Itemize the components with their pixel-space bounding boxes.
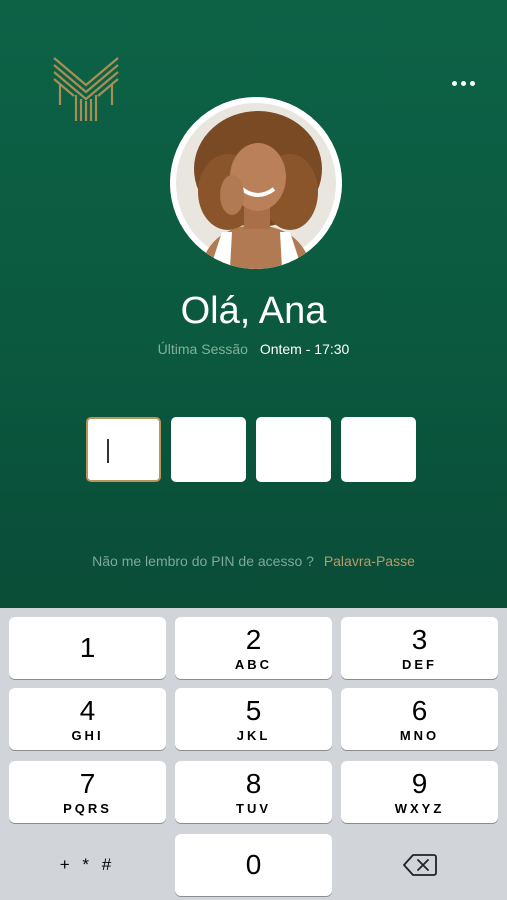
delete-button[interactable] bbox=[341, 834, 498, 896]
key-letters: PQRS bbox=[63, 800, 112, 816]
key-7[interactable]: 7 PQRS bbox=[9, 761, 166, 823]
key-letters: TUV bbox=[236, 800, 271, 816]
dot bbox=[451, 80, 457, 86]
key-1[interactable]: 1 bbox=[9, 617, 166, 679]
pin-digit-1[interactable] bbox=[86, 417, 161, 482]
pin-digit-3[interactable] bbox=[256, 417, 331, 482]
key-letters: JKL bbox=[236, 727, 271, 743]
pin-digit-2[interactable] bbox=[171, 417, 246, 482]
key-letters: WXYZ bbox=[394, 800, 445, 816]
key-4[interactable]: 4 GHI bbox=[9, 688, 166, 750]
key-number: 1 bbox=[79, 632, 96, 663]
dot bbox=[460, 80, 466, 86]
more-options-button[interactable] bbox=[444, 72, 482, 94]
key-8[interactable]: 8 TUV bbox=[175, 761, 332, 823]
key-number: 3 bbox=[411, 623, 428, 655]
avatar bbox=[170, 97, 342, 269]
last-session-label: Última Sessão bbox=[157, 341, 248, 357]
text-caret bbox=[107, 439, 109, 463]
key-number: 7 bbox=[79, 767, 96, 799]
key-0[interactable]: 0 bbox=[175, 834, 332, 896]
key-number: 9 bbox=[411, 767, 428, 799]
dot bbox=[469, 80, 475, 86]
pin-digit-4[interactable] bbox=[341, 417, 416, 482]
key-letters: MNO bbox=[399, 727, 440, 743]
backspace-icon bbox=[402, 854, 437, 876]
bank-logo bbox=[52, 55, 120, 121]
last-session-value: Ontem - 17:30 bbox=[259, 341, 350, 357]
key-number: 2 bbox=[245, 623, 262, 655]
pin-input bbox=[86, 417, 416, 482]
forgot-pin-text: Não me lembro do PIN de acesso ? bbox=[92, 553, 314, 569]
key-number: 5 bbox=[245, 694, 262, 726]
login-screen: Olá, Ana Última Sessão Ontem - 17:30 Não… bbox=[0, 0, 507, 900]
key-number: 0 bbox=[245, 849, 262, 880]
key-5[interactable]: 5 JKL bbox=[175, 688, 332, 750]
key-number: 8 bbox=[245, 767, 262, 799]
key-2[interactable]: 2 ABC bbox=[175, 617, 332, 679]
key-symbols[interactable]: + * # bbox=[9, 834, 166, 896]
key-letters: DEF bbox=[402, 656, 437, 672]
key-number: 4 bbox=[79, 694, 96, 726]
key-letters: ABC bbox=[234, 656, 273, 672]
numeric-keypad: 1 2 ABC 3 DEF 4 GHI 5 JKL 6 MNO 7 PQRS 8 bbox=[0, 608, 507, 900]
forgot-pin: Não me lembro do PIN de acesso ? Palavra… bbox=[0, 553, 507, 569]
last-session: Última Sessão Ontem - 17:30 bbox=[0, 341, 507, 357]
key-3[interactable]: 3 DEF bbox=[341, 617, 498, 679]
key-letters: GHI bbox=[71, 727, 104, 743]
key-number: 6 bbox=[411, 694, 428, 726]
key-6[interactable]: 6 MNO bbox=[341, 688, 498, 750]
password-link[interactable]: Palavra-Passe bbox=[324, 553, 415, 569]
symbols-label: + * # bbox=[59, 855, 116, 874]
greeting-title: Olá, Ana bbox=[180, 290, 327, 332]
key-9[interactable]: 9 WXYZ bbox=[341, 761, 498, 823]
